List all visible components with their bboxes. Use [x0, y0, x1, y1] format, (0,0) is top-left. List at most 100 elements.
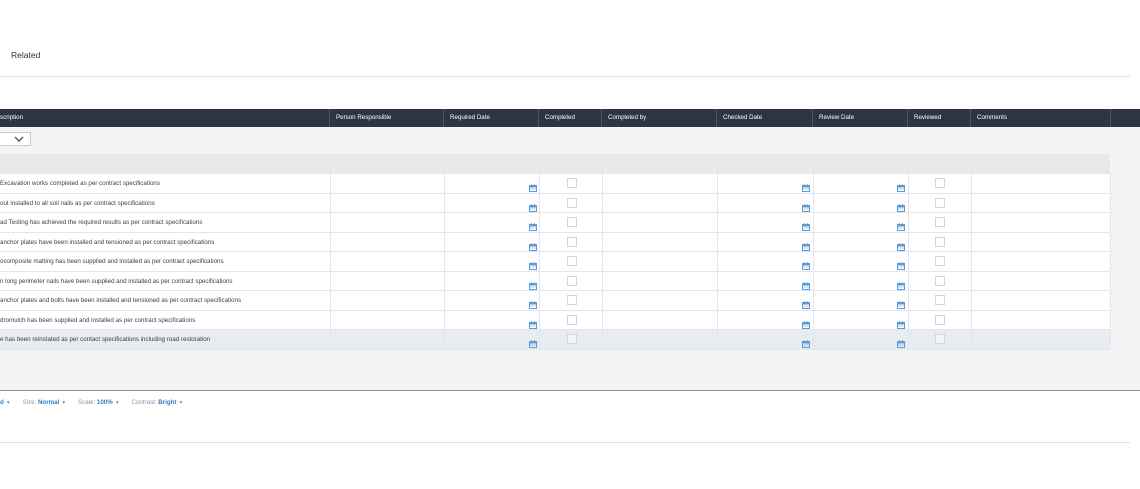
- calendar-icon[interactable]: [897, 199, 905, 212]
- calendar-icon[interactable]: [529, 199, 537, 212]
- comments-cell[interactable]: [971, 174, 1111, 193]
- theme-value[interactable]: d: [0, 399, 4, 406]
- calendar-icon[interactable]: [529, 218, 537, 231]
- calendar-icon[interactable]: [529, 179, 537, 192]
- review-date-cell[interactable]: [813, 252, 908, 271]
- comments-cell[interactable]: [971, 232, 1111, 251]
- completed-checkbox[interactable]: [567, 295, 577, 305]
- completed-checkbox[interactable]: [567, 217, 577, 227]
- calendar-icon[interactable]: [897, 218, 905, 231]
- calendar-icon[interactable]: [529, 335, 537, 348]
- table-row[interactable]: dromulch has been supplied and installed…: [0, 310, 1111, 330]
- table-row[interactable]: Excavation works completed as per contra…: [0, 174, 1111, 194]
- reviewed-checkbox[interactable]: [935, 217, 945, 227]
- checked-date-cell[interactable]: [717, 271, 813, 290]
- scale-value[interactable]: 100%: [97, 399, 113, 406]
- person-responsible-cell[interactable]: [330, 330, 444, 349]
- calendar-icon[interactable]: [802, 179, 810, 192]
- calendar-icon[interactable]: [897, 277, 905, 290]
- comments-cell[interactable]: [971, 330, 1111, 349]
- review-date-cell[interactable]: [813, 193, 908, 212]
- reviewed-checkbox[interactable]: [935, 256, 945, 266]
- calendar-icon[interactable]: [802, 277, 810, 290]
- table-row[interactable]: ocomposite matting has been supplied and…: [0, 252, 1111, 272]
- calendar-icon[interactable]: [897, 316, 905, 329]
- completed-by-cell[interactable]: [602, 213, 717, 232]
- calendar-icon[interactable]: [897, 296, 905, 309]
- completed-by-cell[interactable]: [602, 271, 717, 290]
- completed-by-cell[interactable]: [602, 330, 717, 349]
- table-row[interactable]: e has been reinstated as per contact spe…: [0, 330, 1111, 350]
- checked-date-cell[interactable]: [717, 174, 813, 193]
- caret-icon[interactable]: ▼: [6, 400, 11, 406]
- required-date-cell[interactable]: [444, 174, 539, 193]
- person-responsible-cell[interactable]: [330, 291, 444, 310]
- completed-checkbox[interactable]: [567, 197, 577, 208]
- person-responsible-cell[interactable]: [330, 193, 444, 212]
- col-required-date[interactable]: Required Date: [444, 109, 539, 127]
- completed-checkbox[interactable]: [567, 275, 577, 286]
- person-responsible-cell[interactable]: [330, 271, 444, 290]
- completed-checkbox[interactable]: [567, 256, 577, 266]
- required-date-cell[interactable]: [444, 271, 539, 290]
- calendar-icon[interactable]: [802, 335, 810, 348]
- reviewed-checkbox[interactable]: [935, 314, 945, 325]
- calendar-icon[interactable]: [529, 257, 537, 270]
- reviewed-checkbox[interactable]: [935, 275, 945, 286]
- calendar-icon[interactable]: [529, 238, 537, 251]
- table-row[interactable]: anchor plates have been installed and te…: [0, 232, 1111, 252]
- comments-cell[interactable]: [971, 310, 1111, 329]
- calendar-icon[interactable]: [897, 238, 905, 251]
- calendar-icon[interactable]: [529, 316, 537, 329]
- comments-cell[interactable]: [971, 252, 1111, 271]
- completed-by-cell[interactable]: [602, 174, 717, 193]
- calendar-icon[interactable]: [802, 296, 810, 309]
- completed-by-cell[interactable]: [602, 252, 717, 271]
- col-reviewed[interactable]: Reviewed: [908, 109, 971, 127]
- group-select[interactable]: [0, 132, 31, 146]
- person-responsible-cell[interactable]: [330, 232, 444, 251]
- calendar-icon[interactable]: [897, 257, 905, 270]
- calendar-icon[interactable]: [802, 316, 810, 329]
- review-date-cell[interactable]: [813, 232, 908, 251]
- contrast-value[interactable]: Bright: [158, 399, 176, 406]
- required-date-cell[interactable]: [444, 213, 539, 232]
- col-description[interactable]: scription: [0, 109, 330, 127]
- checked-date-cell[interactable]: [717, 193, 813, 212]
- person-responsible-cell[interactable]: [330, 174, 444, 193]
- checked-date-cell[interactable]: [717, 213, 813, 232]
- required-date-cell[interactable]: [444, 330, 539, 349]
- checked-date-cell[interactable]: [717, 310, 813, 329]
- person-responsible-cell[interactable]: [330, 310, 444, 329]
- comments-cell[interactable]: [971, 193, 1111, 212]
- calendar-icon[interactable]: [802, 199, 810, 212]
- reviewed-checkbox[interactable]: [935, 295, 945, 305]
- completed-checkbox[interactable]: [567, 178, 577, 188]
- col-completed-by[interactable]: Completed by: [602, 109, 717, 127]
- review-date-cell[interactable]: [813, 310, 908, 329]
- table-row[interactable]: ad Testing has achieved the required res…: [0, 213, 1111, 233]
- col-comments[interactable]: Comments: [971, 109, 1111, 127]
- completed-checkbox[interactable]: [567, 236, 577, 247]
- required-date-cell[interactable]: [444, 310, 539, 329]
- completed-checkbox[interactable]: [567, 314, 577, 325]
- required-date-cell[interactable]: [444, 252, 539, 271]
- size-value[interactable]: Normal: [38, 399, 59, 406]
- reviewed-checkbox[interactable]: [935, 197, 945, 208]
- completed-by-cell[interactable]: [602, 193, 717, 212]
- calendar-icon[interactable]: [897, 179, 905, 192]
- required-date-cell[interactable]: [444, 193, 539, 212]
- review-date-cell[interactable]: [813, 174, 908, 193]
- tab-related[interactable]: Related: [11, 50, 40, 60]
- table-row[interactable]: anchor plates and bolts have been instal…: [0, 291, 1111, 311]
- completed-by-cell[interactable]: [602, 232, 717, 251]
- comments-cell[interactable]: [971, 271, 1111, 290]
- col-checked-date[interactable]: Checked Date: [717, 109, 813, 127]
- calendar-icon[interactable]: [529, 277, 537, 290]
- caret-icon[interactable]: ▼: [61, 400, 66, 406]
- caret-icon[interactable]: ▼: [115, 400, 120, 406]
- checked-date-cell[interactable]: [717, 252, 813, 271]
- calendar-icon[interactable]: [802, 238, 810, 251]
- review-date-cell[interactable]: [813, 213, 908, 232]
- calendar-icon[interactable]: [897, 335, 905, 348]
